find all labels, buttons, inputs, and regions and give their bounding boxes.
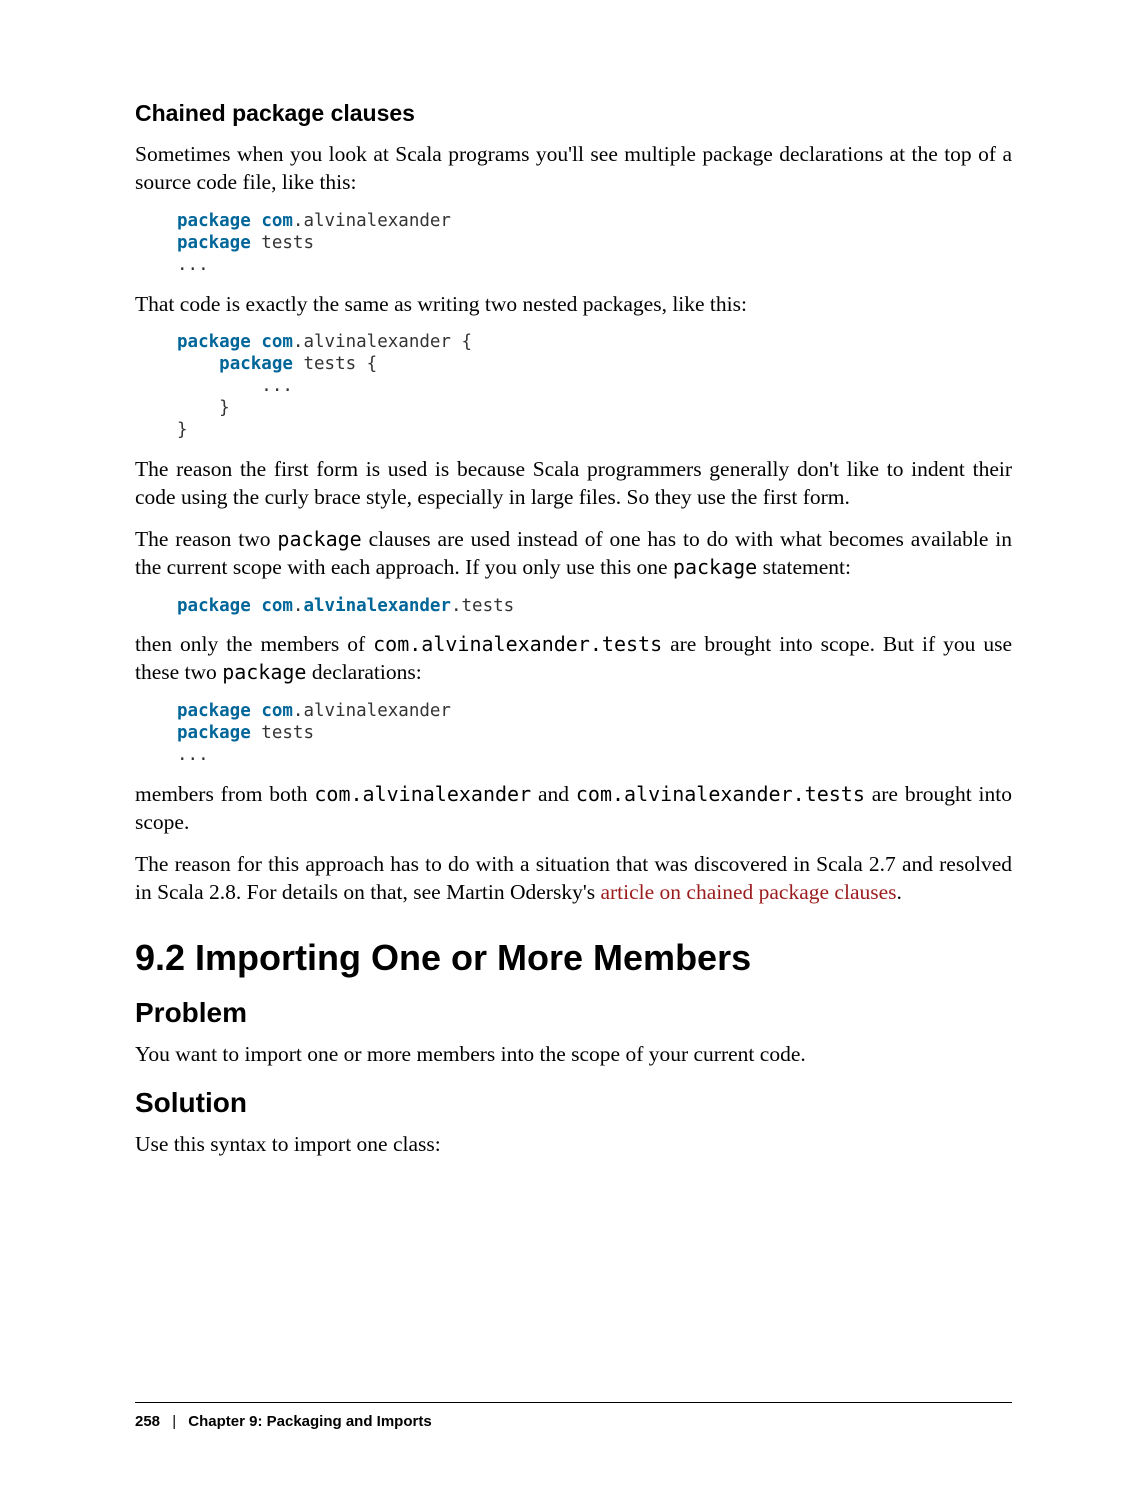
keyword: package (219, 354, 293, 374)
paragraph: members from both com.alvinalexander and… (135, 781, 1012, 837)
code-text: ... (177, 376, 293, 396)
keyword: package (177, 332, 251, 352)
paragraph: The reason for this approach has to do w… (135, 851, 1012, 907)
code-text: ... (177, 745, 209, 765)
package-name: com (261, 332, 293, 352)
code-text: . (293, 596, 304, 616)
code-block-1: package com.alvinalexander package tests… (177, 211, 1012, 277)
paragraph: Sometimes when you look at Scala program… (135, 141, 1012, 197)
footer-separator: | (172, 1413, 176, 1430)
keyword: package (177, 211, 251, 231)
package-name: alvinalexander (303, 596, 451, 616)
code-text: .alvinalexander { (293, 332, 472, 352)
subheading-chained: Chained package clauses (135, 100, 1012, 127)
paragraph: The reason the first form is used is bec… (135, 456, 1012, 512)
package-name: com (261, 211, 293, 231)
link-chained-article[interactable]: article on chained package clauses (600, 880, 896, 904)
inline-code: package (277, 527, 361, 551)
code-block-4: package com.alvinalexander package tests… (177, 701, 1012, 767)
code-text: ... (177, 255, 209, 275)
code-text: .alvinalexander (293, 701, 451, 721)
inline-code: package (222, 660, 306, 684)
code-block-3: package com.alvinalexander.tests (177, 596, 1012, 618)
text-run: . (897, 880, 902, 904)
keyword: package (177, 596, 251, 616)
code-text: tests (251, 233, 314, 253)
package-name: com (261, 701, 293, 721)
keyword: package (177, 723, 251, 743)
text-run: and (531, 782, 576, 806)
keyword: package (177, 233, 251, 253)
subheading-solution: Solution (135, 1087, 1012, 1119)
inline-code: com.alvinalexander.tests (576, 782, 865, 806)
chapter-label: Chapter 9: Packaging and Imports (188, 1413, 431, 1430)
paragraph: You want to import one or more members i… (135, 1041, 1012, 1069)
code-text: } (177, 398, 230, 418)
text-run: declarations: (306, 660, 421, 684)
paragraph: That code is exactly the same as writing… (135, 291, 1012, 319)
inline-code: package (673, 555, 757, 579)
package-name: com (261, 596, 293, 616)
section-heading-9-2: 9.2 Importing One or More Members (135, 937, 1012, 979)
page-number: 258 (135, 1413, 160, 1430)
code-block-2: package com.alvinalexander { package tes… (177, 332, 1012, 441)
inline-code: com.alvinalexander (314, 782, 531, 806)
text-run: then only the members of (135, 632, 373, 656)
code-text: tests (251, 723, 314, 743)
text-run: members from both (135, 782, 314, 806)
paragraph: The reason two package clauses are used … (135, 526, 1012, 582)
paragraph: Use this syntax to import one class: (135, 1131, 1012, 1159)
text-run: statement: (757, 555, 851, 579)
subheading-problem: Problem (135, 997, 1012, 1029)
text-run: The reason two (135, 527, 277, 551)
code-text: .alvinalexander (293, 211, 451, 231)
paragraph: then only the members of com.alvinalexan… (135, 631, 1012, 687)
page-footer: 258 | Chapter 9: Packaging and Imports (135, 1402, 1012, 1430)
code-text: tests { (293, 354, 377, 374)
keyword: package (177, 701, 251, 721)
inline-code: com.alvinalexander.tests (373, 632, 662, 656)
code-text: } (177, 420, 188, 440)
code-text: .tests (451, 596, 514, 616)
book-page: Chained package clauses Sometimes when y… (0, 0, 1142, 1500)
